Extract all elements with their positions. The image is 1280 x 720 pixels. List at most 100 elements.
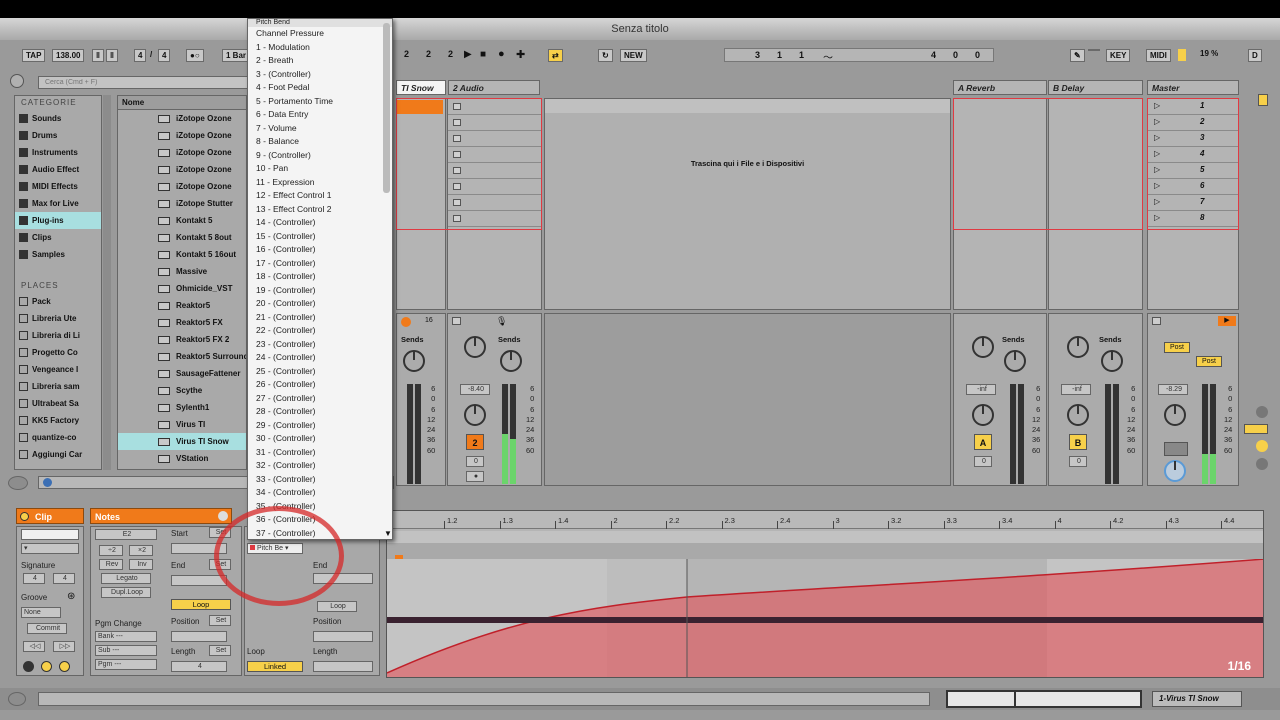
category-max-for-live[interactable]: Max for Live	[15, 195, 101, 212]
halve-button[interactable]: ◁◁	[23, 641, 45, 652]
note-range-field[interactable]: E2	[95, 529, 157, 540]
dropdown-item[interactable]: 19 - (Controller)	[248, 284, 392, 298]
send-post-button[interactable]: Post	[1196, 356, 1222, 367]
reverse-button[interactable]: Rev	[99, 559, 123, 570]
dropdown-item[interactable]: 27 - (Controller)	[248, 392, 392, 406]
envelope-control-dropdown[interactable]: Pitch Bend Channel Pressure 1 - Modulatio…	[247, 18, 393, 540]
overdub-icon[interactable]: ✚	[516, 48, 525, 61]
dropdown-item[interactable]: 37 - (Controller)	[248, 527, 392, 540]
send-b-knob[interactable]	[1101, 350, 1123, 372]
start-position-field[interactable]	[171, 543, 227, 554]
plugin-file-item[interactable]: iZotope Ozone	[118, 127, 246, 144]
loop-brace-bar[interactable]	[387, 531, 1263, 543]
envelope-editor[interactable]: 1.2 1.3 1.4 2 2.2 2.3 2.4 3 3.2 3.3 3.4 4 4.2 4.3 4.4 …	[386, 510, 1264, 678]
clip-slot[interactable]	[448, 195, 541, 211]
dropdown-scrollbar[interactable]	[383, 23, 390, 193]
overview-bar[interactable]	[946, 690, 1142, 708]
loop-start-bar[interactable]: 3	[755, 50, 760, 60]
clip-name-field[interactable]	[21, 529, 79, 540]
clip-slot[interactable]	[448, 147, 541, 163]
arm-square-icon[interactable]	[452, 317, 461, 325]
track-activator-button[interactable]: 2	[466, 434, 484, 450]
send-b-knob[interactable]	[500, 350, 522, 372]
plugin-file-item[interactable]: Massive	[118, 263, 246, 280]
arrangement-position-3[interactable]: 2	[448, 49, 453, 59]
plugin-file-item[interactable]: Ohmicide_VST	[118, 280, 246, 297]
scene-launch[interactable]: ▷ 4	[1148, 147, 1238, 163]
monitor-icon[interactable]	[401, 317, 411, 327]
mixer-section-toggle-icon[interactable]	[1244, 424, 1268, 434]
envelope-graph[interactable]	[387, 559, 1264, 678]
info-icon[interactable]	[43, 478, 52, 487]
dropdown-item[interactable]: 4 - Foot Pedal	[248, 81, 392, 95]
add-folder-item[interactable]: Aggiungi Car	[15, 446, 101, 463]
plugin-file-item[interactable]: iZotope Ozone	[118, 144, 246, 161]
notes-panel-icon[interactable]	[41, 661, 52, 672]
browser-divider[interactable]	[103, 95, 111, 470]
scene-launch-icon[interactable]: ▷	[1154, 117, 1160, 126]
plugin-file-item[interactable]: Virus TI	[118, 416, 246, 433]
scene-launch[interactable]: ▷ 2	[1148, 115, 1238, 131]
midi-map-button[interactable]: MIDI	[1146, 49, 1171, 62]
place-item[interactable]: Ultrabeat Sa	[15, 395, 101, 412]
send-b-knob[interactable]	[1004, 350, 1026, 372]
plugin-file-item[interactable]: Scythe	[118, 382, 246, 399]
transpose-down-button[interactable]: ÷2	[99, 545, 123, 556]
place-item[interactable]: Vengeance I	[15, 361, 101, 378]
place-item[interactable]: Libreria Ute	[15, 310, 101, 327]
dropdown-item[interactable]: 15 - (Controller)	[248, 230, 392, 244]
clip-slot-stop-icon[interactable]	[453, 215, 461, 222]
pan-knob[interactable]	[464, 404, 486, 426]
metronome-icon[interactable]: ●○	[186, 49, 204, 62]
envelope-end-field[interactable]	[313, 573, 373, 584]
dropdown-item[interactable]: 24 - (Controller)	[248, 351, 392, 365]
plugin-file-item[interactable]: Reaktor5 FX	[118, 314, 246, 331]
scene-launch-icon[interactable]: ▷	[1154, 133, 1160, 142]
scene-launch[interactable]: ▷ 1	[1148, 99, 1238, 115]
plugin-file-item[interactable]: Kontakt 5 8out	[118, 229, 246, 246]
dropdown-item[interactable]: 6 - Data Entry	[248, 108, 392, 122]
duplicate-loop-button[interactable]: Dupl.Loop	[101, 587, 151, 598]
track-header-master[interactable]: Master	[1147, 80, 1239, 95]
scene-launch-icon[interactable]: ▷	[1154, 149, 1160, 158]
dropdown-item[interactable]: 16 - (Controller)	[248, 243, 392, 257]
browser-toggle-icon[interactable]	[10, 74, 24, 88]
loop-start-sixteenth[interactable]: 1	[799, 50, 804, 60]
length-set-button[interactable]: Set	[209, 645, 231, 656]
arrangement-position-1[interactable]: 2	[404, 49, 409, 59]
new-button[interactable]: NEW	[620, 49, 647, 62]
plugin-file-item[interactable]: Reaktor5 FX 2	[118, 331, 246, 348]
loop-length-bar[interactable]: 4	[931, 50, 936, 60]
dropdown-item[interactable]: 12 - Effect Control 1	[248, 189, 392, 203]
dropdown-item[interactable]: 1 - Modulation	[248, 41, 392, 55]
dropdown-item[interactable]: 11 - Expression	[248, 176, 392, 190]
envelopes-panel-icon[interactable]	[59, 661, 70, 672]
category-audio-effects[interactable]: Audio Effect	[15, 161, 101, 178]
loop-switch-icon[interactable]: 〜	[823, 49, 833, 64]
clip-slot[interactable]	[448, 211, 541, 227]
send-a-knob[interactable]	[1067, 336, 1089, 358]
envelope-length-field[interactable]	[313, 661, 373, 672]
track-activator-button[interactable]: A	[974, 434, 992, 450]
category-instruments[interactable]: Instruments	[15, 144, 101, 161]
launch-panel-icon[interactable]	[23, 661, 34, 672]
envelope-control-chooser[interactable]: Pitch Be ▾	[247, 543, 303, 554]
cue-post-button[interactable]: Post	[1164, 342, 1190, 353]
dropdown-item[interactable]: Channel Pressure	[248, 27, 392, 41]
scroll-down-icon[interactable]: ▼	[384, 529, 392, 538]
commit-button[interactable]: Commit	[27, 623, 67, 634]
start-set-button[interactable]: Set	[209, 527, 231, 538]
clip-slot-stop-icon[interactable]	[453, 199, 461, 206]
clip-slot[interactable]	[448, 131, 541, 147]
plugin-file-item[interactable]: iZotope Ozone	[118, 178, 246, 195]
notes-fold-icon[interactable]	[218, 511, 228, 521]
clip-slot[interactable]	[448, 115, 541, 131]
scene-launch[interactable]: ▷ 8	[1148, 211, 1238, 227]
category-sounds[interactable]: Sounds	[15, 110, 101, 127]
dropdown-item[interactable]: 28 - (Controller)	[248, 405, 392, 419]
end-position-field[interactable]	[171, 575, 227, 586]
notes-panel-title[interactable]: Notes	[90, 508, 232, 524]
category-clips[interactable]: Clips	[15, 229, 101, 246]
signature-denominator[interactable]: 4	[158, 49, 171, 62]
loop-button[interactable]: Loop	[171, 599, 231, 610]
